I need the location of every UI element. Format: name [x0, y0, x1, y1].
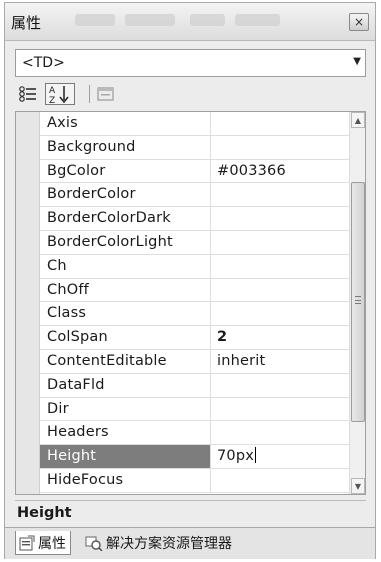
- property-name: Height: [40, 445, 211, 468]
- description-title: Height: [17, 505, 72, 521]
- sort-alphabetical-icon: A Z: [49, 86, 69, 104]
- property-name: DataFld: [40, 373, 211, 397]
- property-name: BorderColor: [40, 183, 211, 207]
- grid-gutter: [16, 112, 40, 494]
- property-name: Class: [40, 302, 211, 326]
- scrollbar-thumb[interactable]: [351, 182, 365, 422]
- close-icon: ×: [353, 15, 365, 29]
- property-value[interactable]: [212, 279, 350, 302]
- tab-properties[interactable]: 属性: [15, 531, 71, 555]
- property-name: ContentEditable: [40, 349, 211, 373]
- property-toolbar: A Z: [17, 83, 357, 109]
- property-value[interactable]: [212, 469, 350, 492]
- property-name: BorderColorLight: [40, 230, 211, 254]
- property-name: Headers: [40, 421, 211, 445]
- property-value-editor[interactable]: 70px: [212, 445, 350, 468]
- categorized-button[interactable]: [17, 83, 39, 105]
- property-row-headers[interactable]: Headers: [40, 421, 350, 446]
- property-row-bordercolor[interactable]: BorderColor: [40, 183, 350, 208]
- window-title: 属性: [11, 14, 42, 32]
- properties-window: 属性 × <TD> ▼ A Z Axis Background BgColor …: [4, 2, 376, 559]
- chevron-down-icon: ▼: [354, 482, 362, 491]
- object-selector-dropdown[interactable]: <TD> ▼: [15, 49, 366, 77]
- text-caret: [255, 447, 257, 464]
- property-pages-button[interactable]: [95, 83, 117, 105]
- property-name: Dir: [40, 397, 211, 421]
- property-value[interactable]: inherit: [212, 350, 350, 373]
- property-value[interactable]: [212, 112, 350, 135]
- svg-text:Z: Z: [49, 96, 55, 104]
- solution-explorer-icon: [85, 536, 103, 551]
- grip-icon: [355, 296, 361, 304]
- scroll-down-button[interactable]: ▼: [351, 478, 365, 494]
- property-value[interactable]: [212, 398, 350, 421]
- property-name: Axis: [40, 112, 211, 135]
- property-name: ColSpan: [40, 326, 211, 349]
- property-value[interactable]: #003366: [212, 160, 350, 183]
- property-name: HideFocus: [40, 468, 211, 492]
- property-name: ChOff: [40, 278, 211, 302]
- properties-icon: [19, 535, 35, 550]
- property-value[interactable]: [212, 255, 350, 278]
- property-row-bordercolordark[interactable]: BorderColorDark: [40, 207, 350, 231]
- property-name: BgColor: [40, 159, 211, 183]
- alphabetical-button[interactable]: A Z: [45, 83, 75, 105]
- property-grid[interactable]: Axis Background BgColor #003366 BorderCo…: [15, 111, 366, 495]
- chevron-down-icon[interactable]: ▼: [353, 56, 361, 67]
- tab-label: 解决方案资源管理器: [106, 536, 232, 552]
- property-value: 70px: [217, 448, 255, 465]
- tab-label: 属性: [38, 535, 66, 552]
- property-row-axis[interactable]: Axis: [40, 112, 350, 136]
- description-panel: Height: [15, 500, 366, 526]
- close-button[interactable]: ×: [349, 13, 369, 31]
- property-row-background[interactable]: Background: [40, 135, 350, 160]
- property-row-hidefocus[interactable]: HideFocus: [40, 468, 350, 493]
- property-row-bgcolor[interactable]: BgColor #003366: [40, 159, 350, 184]
- property-row-choff[interactable]: ChOff: [40, 278, 350, 303]
- property-row-dir[interactable]: Dir: [40, 397, 350, 422]
- svg-text:A: A: [49, 86, 56, 96]
- property-value[interactable]: [212, 183, 350, 206]
- property-row-ch[interactable]: Ch: [40, 254, 350, 279]
- property-row-class[interactable]: Class: [40, 302, 350, 327]
- scroll-up-button[interactable]: ▲: [351, 112, 365, 128]
- property-value[interactable]: 2: [212, 326, 350, 349]
- property-row-bordercolorlight[interactable]: BorderColorLight: [40, 230, 350, 255]
- title-bar: 属性 ×: [5, 3, 375, 41]
- property-rows: Axis Background BgColor #003366 BorderCo…: [40, 112, 350, 493]
- property-name: BorderColorDark: [40, 207, 211, 230]
- property-row-datafld[interactable]: DataFld: [40, 373, 350, 398]
- toolbar-separator: [89, 85, 90, 103]
- property-row-contenteditable[interactable]: ContentEditable inherit: [40, 349, 350, 374]
- property-value[interactable]: [212, 421, 350, 444]
- property-row-height[interactable]: Height 70px: [40, 445, 350, 469]
- property-value[interactable]: [212, 302, 350, 325]
- bottom-tab-bar: 属性 解决方案资源管理器: [5, 527, 375, 559]
- property-value[interactable]: [212, 207, 350, 230]
- chevron-up-icon: ▲: [354, 116, 362, 125]
- property-row-colspan[interactable]: ColSpan 2: [40, 326, 350, 350]
- property-name: Ch: [40, 254, 211, 278]
- property-value[interactable]: [212, 374, 350, 397]
- tab-solution-explorer[interactable]: 解决方案资源管理器: [85, 531, 232, 555]
- property-pages-icon: [97, 87, 114, 101]
- property-value[interactable]: [212, 231, 350, 254]
- categorized-icon: [19, 86, 36, 102]
- property-name: Background: [40, 135, 211, 159]
- selected-object: <TD>: [22, 55, 65, 71]
- vertical-scrollbar[interactable]: ▲ ▼: [349, 112, 365, 494]
- property-value[interactable]: [212, 136, 350, 159]
